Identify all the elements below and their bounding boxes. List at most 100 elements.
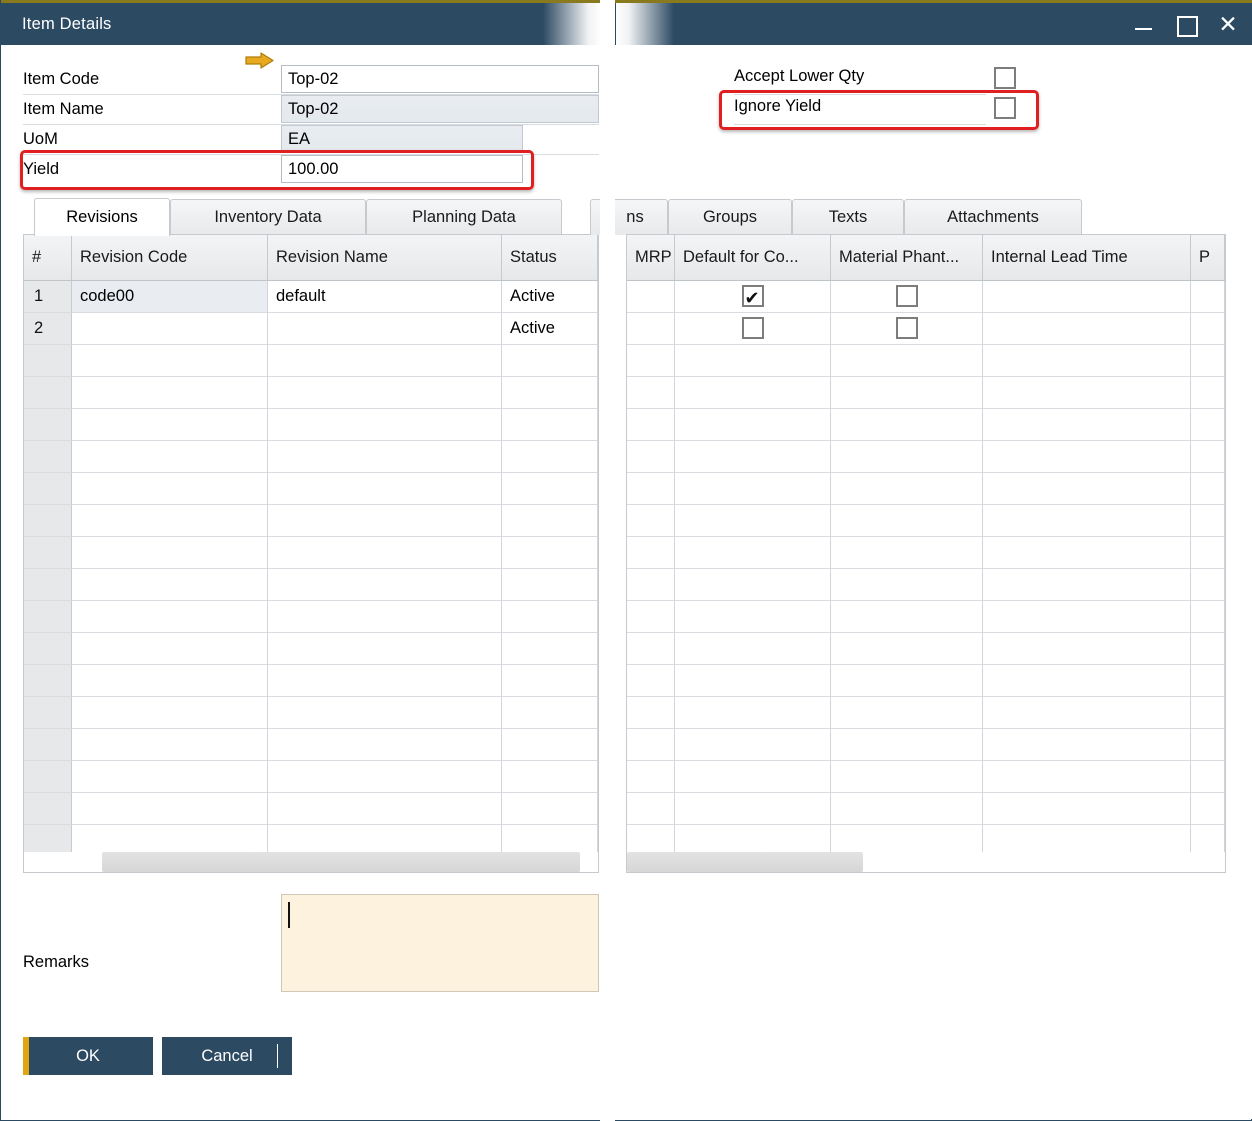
table-row[interactable]: [24, 761, 598, 793]
cell-status[interactable]: [502, 377, 598, 409]
table-row[interactable]: [24, 569, 598, 601]
cell-status[interactable]: [502, 569, 598, 601]
close-icon-2[interactable]: ✕: [1215, 11, 1241, 37]
tab-revisions[interactable]: Revisions: [34, 198, 170, 236]
revisions-hscrollbar-thumb[interactable]: [102, 852, 580, 872]
cell-material_phantom[interactable]: [831, 729, 983, 761]
cell-material_phantom[interactable]: [831, 569, 983, 601]
cell-revision_name[interactable]: default: [268, 281, 502, 313]
yield-input[interactable]: 100.00: [281, 155, 523, 183]
cell-last[interactable]: [1191, 601, 1225, 633]
table-row[interactable]: [24, 377, 598, 409]
cell-status[interactable]: [502, 729, 598, 761]
col-header-material-phantom-2[interactable]: Material Phant...: [831, 235, 983, 280]
minimize-icon-2[interactable]: [1131, 11, 1157, 37]
cell-status[interactable]: [502, 505, 598, 537]
cell-revision_code[interactable]: [72, 505, 268, 537]
cell-status[interactable]: [502, 793, 598, 825]
table-row[interactable]: [24, 473, 598, 505]
cell-material_phantom[interactable]: [831, 377, 983, 409]
table-row[interactable]: [627, 697, 1225, 729]
cell-material_phantom[interactable]: [831, 793, 983, 825]
table-row[interactable]: [627, 665, 1225, 697]
cell-revision_name[interactable]: [268, 377, 502, 409]
table-row[interactable]: [24, 505, 598, 537]
cell-mrp[interactable]: [627, 473, 675, 505]
col-header-status[interactable]: Status: [502, 235, 598, 280]
cell-default_for_co[interactable]: [675, 793, 831, 825]
cell-material_phantom[interactable]: [831, 345, 983, 377]
cell-status[interactable]: [502, 473, 598, 505]
uom-input[interactable]: EA: [281, 125, 523, 153]
table-row[interactable]: [627, 505, 1225, 537]
cell-status[interactable]: [502, 409, 598, 441]
cell-material_phantom[interactable]: [831, 505, 983, 537]
cell-default_for_co[interactable]: [675, 729, 831, 761]
tab-attachments-2[interactable]: Attachments: [904, 199, 1082, 235]
cell-num[interactable]: [24, 793, 72, 825]
revisions-hscrollbar[interactable]: [24, 852, 598, 872]
cell-mrp[interactable]: [627, 345, 675, 377]
cell-status[interactable]: Active: [502, 281, 598, 313]
cell-num[interactable]: [24, 697, 72, 729]
cell-status[interactable]: [502, 345, 598, 377]
cell-num[interactable]: [24, 729, 72, 761]
cell-status[interactable]: [502, 441, 598, 473]
cell-material_phantom[interactable]: [831, 313, 983, 345]
cell-last[interactable]: [1191, 729, 1225, 761]
cell-last[interactable]: [1191, 281, 1225, 313]
cell-material_phantom[interactable]: [831, 761, 983, 793]
ignore-yield-checkbox-2[interactable]: [994, 97, 1016, 119]
cell-default_for_co[interactable]: [675, 473, 831, 505]
cell-revision_name[interactable]: [268, 409, 502, 441]
cell-mrp[interactable]: [627, 377, 675, 409]
table-row[interactable]: 1 code00 default Active: [24, 281, 598, 313]
cell-last[interactable]: [1191, 505, 1225, 537]
cell-internal_lead_time[interactable]: [983, 505, 1191, 537]
table-row[interactable]: [627, 281, 1225, 313]
tab-inventory-data[interactable]: Inventory Data: [170, 199, 366, 235]
cell-revision_code[interactable]: code00: [72, 281, 268, 313]
tab-groups-2[interactable]: Groups: [668, 199, 792, 235]
cell-last[interactable]: [1191, 313, 1225, 345]
cell-default_for_co[interactable]: [675, 697, 831, 729]
cell-revision_code[interactable]: [72, 377, 268, 409]
cell-revision_code[interactable]: [72, 409, 268, 441]
cell-revision_code[interactable]: [72, 633, 268, 665]
cancel-button[interactable]: Cancel: [162, 1037, 292, 1075]
cell-status[interactable]: [502, 601, 598, 633]
cell-internal_lead_time[interactable]: [983, 313, 1191, 345]
item-name-input[interactable]: Top-02: [281, 95, 599, 123]
cell-last[interactable]: [1191, 377, 1225, 409]
cell-revision_code[interactable]: [72, 793, 268, 825]
cell-status[interactable]: [502, 665, 598, 697]
cell-revision_name[interactable]: [268, 505, 502, 537]
cell-last[interactable]: [1191, 793, 1225, 825]
tab-texts-2[interactable]: Texts: [792, 199, 904, 235]
cell-last[interactable]: [1191, 665, 1225, 697]
cell-internal_lead_time[interactable]: [983, 441, 1191, 473]
cell-last[interactable]: [1191, 633, 1225, 665]
cell-revision_code[interactable]: [72, 569, 268, 601]
table-row[interactable]: [627, 537, 1225, 569]
cell-default_for_co[interactable]: [675, 601, 831, 633]
cell-material_phantom[interactable]: [831, 281, 983, 313]
cell-internal_lead_time[interactable]: [983, 665, 1191, 697]
cell-num[interactable]: [24, 505, 72, 537]
cell-material_phantom[interactable]: [831, 473, 983, 505]
cell-revision_name[interactable]: [268, 313, 502, 345]
cell-material_phantom[interactable]: [831, 601, 983, 633]
cell-num[interactable]: [24, 569, 72, 601]
cell-internal_lead_time[interactable]: [983, 473, 1191, 505]
cell-revision_code[interactable]: [72, 665, 268, 697]
cell-last[interactable]: [1191, 473, 1225, 505]
cell-last[interactable]: [1191, 345, 1225, 377]
cell-default_for_co[interactable]: [675, 281, 831, 313]
planning-hscrollbar-thumb-2[interactable]: [627, 852, 863, 872]
cell-material_phantom[interactable]: [831, 665, 983, 697]
cell-material_phantom[interactable]: [831, 697, 983, 729]
cell-internal_lead_time[interactable]: [983, 633, 1191, 665]
cell-revision_name[interactable]: [268, 569, 502, 601]
item-code-input[interactable]: Top-02: [281, 65, 599, 93]
cell-default_for_co[interactable]: [675, 665, 831, 697]
